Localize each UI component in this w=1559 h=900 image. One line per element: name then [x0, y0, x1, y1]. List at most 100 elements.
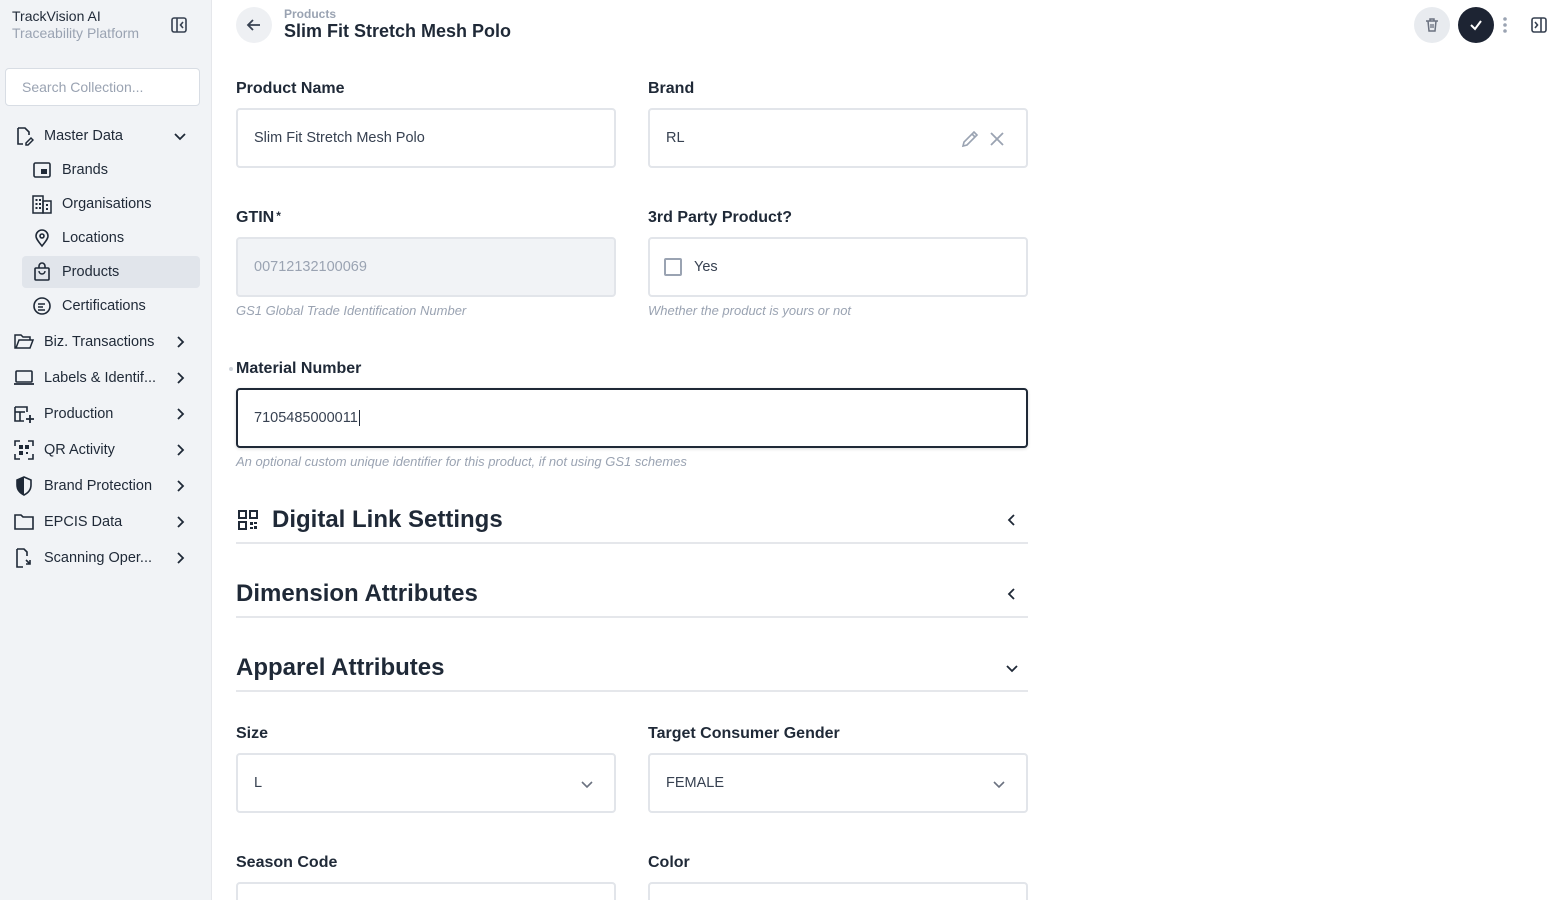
shield-icon	[12, 474, 36, 498]
nav-master-data[interactable]: Master Data	[12, 120, 200, 152]
sidebar-item-certifications[interactable]: Certifications	[22, 290, 200, 322]
shopping-bag-icon	[30, 260, 54, 284]
arrow-left-icon	[246, 19, 260, 31]
target-gender-value: FEMALE	[666, 775, 725, 791]
sidebar-item-label: Certifications	[62, 298, 146, 314]
document-edit-icon	[12, 124, 36, 148]
section-title: Dimension Attributes	[236, 580, 478, 607]
location-pin-icon	[30, 226, 54, 250]
save-button[interactable]	[1458, 7, 1494, 43]
nav-label: Brand Protection	[44, 478, 153, 494]
product-name-value: Slim Fit Stretch Mesh Polo	[254, 130, 425, 146]
nav-label: Biz. Transactions	[44, 334, 155, 350]
nav-production[interactable]: Production	[12, 398, 200, 430]
qr-code-icon	[236, 508, 260, 532]
section-dimension-attributes[interactable]: Dimension Attributes	[236, 572, 1028, 618]
chevron-right-icon	[172, 334, 188, 350]
section-apparel-attributes[interactable]: Apparel Attributes	[236, 646, 1028, 692]
brand-value: RL	[666, 130, 685, 146]
product-name-label: Product Name	[236, 80, 345, 97]
color-input[interactable]	[648, 882, 1028, 900]
text-caret	[358, 410, 360, 426]
edited-indicator-dot	[229, 367, 233, 371]
nav-brand-protection[interactable]: Brand Protection	[12, 470, 200, 502]
nav-label: Labels & Identif...	[44, 370, 157, 386]
nav-qr-activity[interactable]: QR Activity	[12, 434, 200, 466]
chevron-left-icon	[1004, 586, 1020, 602]
gtin-value: 00712132100069	[254, 259, 367, 275]
gtin-label: GTIN *	[236, 209, 281, 227]
chevron-right-icon	[172, 514, 188, 530]
breadcrumb[interactable]: Products	[284, 7, 336, 21]
third-party-label: 3rd Party Product?	[648, 209, 793, 226]
document-scan-icon	[12, 546, 36, 570]
sidebar-item-label: Products	[62, 264, 120, 280]
sidebar-item-label: Locations	[62, 230, 125, 246]
folder-icon	[12, 510, 36, 534]
third-party-hint: Whether the product is yours or not	[648, 303, 852, 318]
back-button[interactable]	[236, 7, 272, 43]
sidebar-item-locations[interactable]: Locations	[22, 222, 200, 254]
folder-open-icon	[12, 330, 36, 354]
gtin-hint: GS1 Global Trade Identification Number	[236, 303, 467, 318]
laptop-icon	[12, 366, 36, 390]
chevron-down-icon	[580, 777, 594, 791]
nav-epcis-data[interactable]: EPCIS Data	[12, 506, 200, 538]
more-options-button[interactable]	[1498, 13, 1512, 37]
nav-biz-transactions[interactable]: Biz. Transactions	[12, 326, 200, 358]
toggle-side-panel-icon[interactable]	[1530, 16, 1548, 34]
chevron-right-icon	[172, 550, 188, 566]
building-icon	[30, 192, 54, 216]
app-brand: TrackVision AI Traceability Platform	[12, 8, 182, 42]
brand-label: Brand	[648, 80, 695, 97]
qr-scan-icon	[12, 438, 36, 462]
section-title: Apparel Attributes	[236, 654, 445, 681]
nav-labels-identifiers[interactable]: Labels & Identif...	[12, 362, 200, 394]
material-number-hint: An optional custom unique identifier for…	[236, 454, 687, 469]
section-digital-link-settings[interactable]: Digital Link Settings	[236, 498, 1028, 544]
section-title: Digital Link Settings	[272, 506, 503, 533]
third-party-option-label[interactable]: Yes	[694, 259, 718, 275]
brand-card-icon	[30, 158, 54, 182]
collapse-sidebar-icon[interactable]	[170, 16, 188, 34]
gtin-label-text: GTIN	[236, 209, 275, 226]
nav-label: EPCIS Data	[44, 514, 123, 530]
required-asterisk: *	[276, 209, 281, 223]
edit-pencil-icon[interactable]	[960, 129, 980, 149]
nav-label: Production	[44, 406, 114, 422]
material-number-input[interactable]: 7105485000011	[236, 388, 1028, 448]
trash-icon	[1426, 18, 1438, 32]
sidebar-item-label: Organisations	[62, 196, 152, 212]
season-code-input[interactable]	[236, 882, 616, 900]
size-value: L	[254, 775, 263, 791]
chevron-right-icon	[172, 370, 188, 386]
app-title: TrackVision AI	[12, 8, 101, 24]
app-subtitle: Traceability Platform	[12, 25, 140, 41]
clear-x-icon[interactable]	[988, 130, 1006, 148]
chevron-down-icon	[1004, 660, 1020, 676]
nav-label: QR Activity	[44, 442, 115, 458]
brand-select[interactable]: RL	[648, 108, 1028, 168]
sidebar-item-brands[interactable]: Brands	[22, 154, 200, 186]
size-label: Size	[236, 725, 269, 742]
color-label: Color	[648, 854, 690, 871]
target-gender-label: Target Consumer Gender	[648, 725, 840, 742]
target-gender-select[interactable]: FEMALE	[648, 753, 1028, 813]
sidebar: TrackVision AI Traceability Platform Mas…	[0, 0, 212, 900]
size-select[interactable]: L	[236, 753, 616, 813]
sidebar-item-organisations[interactable]: Organisations	[22, 188, 200, 220]
sidebar-item-label: Brands	[62, 162, 108, 178]
chevron-right-icon	[172, 442, 188, 458]
search-collection-input[interactable]	[5, 68, 200, 106]
nav-label: Master Data	[44, 128, 123, 144]
more-vertical-icon	[1503, 17, 1507, 33]
third-party-checkbox[interactable]	[664, 258, 682, 276]
product-name-input[interactable]: Slim Fit Stretch Mesh Polo	[236, 108, 616, 168]
check-icon	[1470, 20, 1482, 31]
sidebar-item-products[interactable]: Products	[22, 256, 200, 288]
delete-button[interactable]	[1414, 7, 1450, 43]
season-code-label: Season Code	[236, 854, 338, 871]
nav-scanning-operations[interactable]: Scanning Oper...	[12, 542, 200, 574]
material-number-value: 7105485000011	[254, 410, 358, 426]
factory-add-icon	[12, 402, 36, 426]
